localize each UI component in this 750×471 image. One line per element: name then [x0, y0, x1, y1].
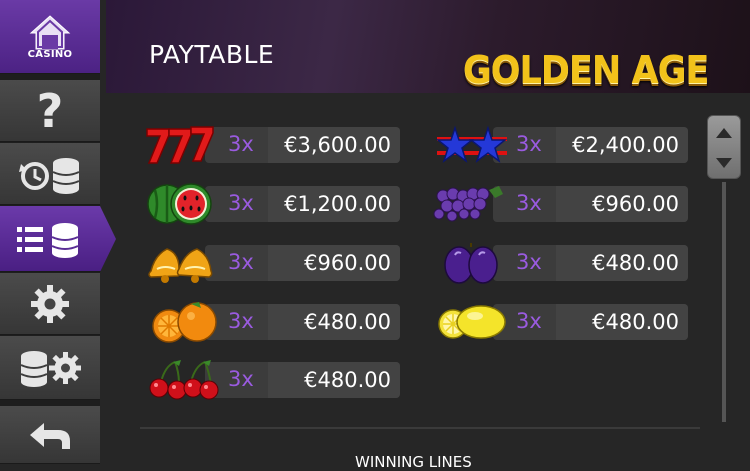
chevron-down-icon[interactable] — [708, 148, 740, 178]
question-icon: ? — [36, 83, 64, 138]
bells-icon — [148, 248, 213, 283]
paytable-row: 3x €1,200.00 — [145, 183, 400, 225]
payout-value: €3,600.00 — [268, 127, 400, 163]
payout-value: €480.00 — [268, 362, 400, 398]
settings-button[interactable] — [0, 273, 100, 335]
back-arrow-icon — [30, 422, 70, 449]
multiplier-label: 3x — [228, 132, 254, 156]
paytable-button[interactable] — [0, 206, 116, 272]
history-button[interactable] — [0, 143, 100, 205]
oranges-icon — [152, 302, 217, 343]
scrollbar-track[interactable] — [722, 182, 726, 422]
multiplier-label: 3x — [516, 132, 542, 156]
sidebar: CASINO ? — [0, 0, 116, 464]
paytable-list-icon — [17, 222, 79, 258]
multiplier-label: 3x — [228, 250, 254, 274]
multiplier-label: 3x — [516, 250, 542, 274]
casino-label: CASINO — [27, 49, 73, 60]
coins-gear-icon — [20, 350, 81, 387]
paytable-row: 3x €480.00 — [145, 302, 400, 343]
page-title: PAYTABLE — [149, 40, 275, 69]
paytable-row: 3x €480.00 — [145, 360, 400, 400]
payout-value: €960.00 — [556, 186, 688, 222]
section-divider — [140, 427, 700, 429]
back-button[interactable] — [0, 406, 100, 464]
gear-icon — [31, 284, 69, 323]
payout-value: €480.00 — [556, 245, 688, 281]
help-button[interactable]: ? — [0, 80, 100, 142]
grapes-icon — [433, 186, 503, 222]
multiplier-label: 3x — [516, 309, 542, 333]
multiplier-label: 3x — [228, 367, 254, 391]
payout-value: €2,400.00 — [556, 127, 688, 163]
seven-icon — [146, 126, 214, 164]
header-banner: PAYTABLE GOLDEN AGE — [106, 0, 750, 93]
chevron-up-icon[interactable] — [708, 118, 740, 148]
stars-icon — [435, 125, 507, 163]
paytable-row: 3x €960.00 — [433, 186, 688, 222]
history-coins-icon — [19, 157, 80, 194]
payout-value: €480.00 — [268, 304, 400, 340]
plums-icon — [444, 243, 498, 284]
multiplier-label: 3x — [516, 191, 542, 215]
home-icon — [29, 15, 71, 50]
payout-value: €480.00 — [556, 304, 688, 340]
golden-age-logo: GOLDEN AGE — [463, 48, 709, 92]
cherries-icon — [149, 360, 219, 400]
payout-value: €960.00 — [268, 245, 400, 281]
paytable-row: 3x €480.00 — [433, 304, 688, 340]
casino-home-button[interactable]: CASINO — [0, 0, 100, 74]
lemons-icon — [438, 305, 506, 339]
paytable-row: 3x €2,400.00 — [433, 125, 688, 163]
multiplier-label: 3x — [228, 309, 254, 333]
scroll-buttons[interactable] — [707, 115, 741, 179]
multiplier-label: 3x — [228, 191, 254, 215]
watermelon-icon — [147, 183, 212, 225]
paytable-row: 3x €480.00 — [433, 243, 688, 284]
game-settings-button[interactable] — [0, 336, 100, 400]
payout-value: €1,200.00 — [268, 186, 400, 222]
winning-lines-title: WINNING LINES — [355, 453, 472, 471]
paytable-row: 3x €960.00 — [145, 245, 400, 283]
paytable-row: 3x €3,600.00 — [145, 126, 400, 164]
